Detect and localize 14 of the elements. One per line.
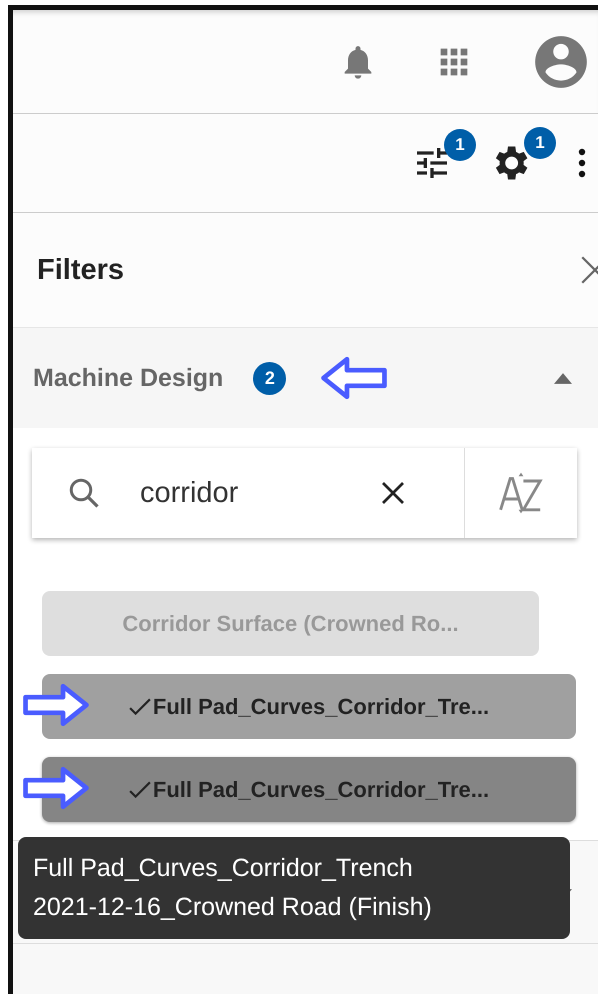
caret-icon[interactable]: [554, 373, 572, 384]
panel-title: Filters: [37, 254, 124, 286]
notification-badge: 1: [444, 129, 476, 161]
section-header[interactable]: Machine Design 2: [13, 327, 598, 428]
filter-chip[interactable]: Full Pad_Curves_Corridor_Tre...: [42, 757, 576, 822]
count-badge: 2: [253, 362, 286, 394]
filter-chip[interactable]: Full Pad_Curves_Corridor_Tre...: [42, 674, 576, 739]
more-options-icon[interactable]: [578, 148, 586, 178]
tooltip-text: 2021-12-16_Crowned Road (Finish): [33, 892, 433, 923]
section-title: Machine Design: [33, 364, 224, 392]
sort-icon[interactable]: [497, 471, 545, 515]
notification-badge: 1: [524, 127, 556, 159]
tooltip-text: Full Pad_Curves_Corridor_Trench: [33, 853, 414, 884]
search-input[interactable]: corridor: [140, 476, 360, 510]
